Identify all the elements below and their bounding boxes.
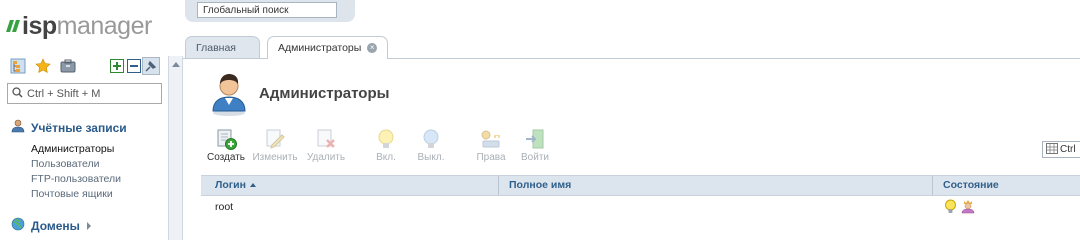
edit-button[interactable]: Изменить [250,128,300,163]
create-user-icon [215,128,237,150]
disable-button[interactable]: Выкл. [406,128,456,163]
section-accounts-header[interactable]: Учётные записи [11,119,127,136]
permissions-label: Права [476,152,506,163]
edit-label: Изменить [252,152,298,163]
login-icon [524,128,546,150]
section-accounts-title: Учётные записи [31,120,127,135]
superuser-icon [961,199,975,217]
enable-label: Вкл. [376,152,396,163]
section-accounts-items: Администраторы Пользователи FTP-пользова… [31,142,127,202]
admin-user-icon [207,71,251,117]
sidebar-search[interactable] [7,83,162,104]
table-header: Логин Полное имя Состояние [201,175,1080,196]
permissions-icon [480,128,502,150]
permissions-button[interactable]: Права [466,128,516,163]
delete-label: Удалить [306,152,346,163]
app-logo: isp manager [6,11,153,40]
briefcase-icon[interactable] [60,58,76,74]
sidebar-scrollbar[interactable] [168,56,183,240]
bulb-on-icon [375,128,397,150]
table-row[interactable]: root [201,197,1080,217]
tab-home[interactable]: Главная [185,36,260,59]
collapse-all-icon[interactable] [126,58,142,74]
sort-ascending-icon [249,183,256,187]
sidebar: isp manager Учётн [0,0,168,240]
tree-view-icon[interactable] [10,58,26,74]
column-header-status[interactable]: Состояние [933,176,999,195]
cell-full-name [499,197,513,217]
section-accounts: Учётные записи Администраторы Пользовате… [11,119,127,202]
delete-icon [315,128,337,150]
chevron-right-icon [86,219,92,233]
global-search-input[interactable] [197,2,337,18]
bulb-off-icon [420,128,442,150]
sidebar-item-administrators[interactable]: Администраторы [31,142,127,157]
cell-login: root [215,201,234,213]
tab-administrators-label: Администраторы [278,42,362,54]
close-icon[interactable]: × [367,43,377,53]
section-domains-title: Домены [31,218,80,233]
globe-icon [11,217,25,234]
column-header-login-label: Логин [215,179,246,191]
column-header-status-label: Состояние [943,179,999,191]
sidebar-toolbar [8,57,162,76]
section-domains: Домены [11,217,92,234]
table-filter-text: Ctrl [1060,144,1076,155]
disable-label: Выкл. [417,152,445,163]
scroll-up-icon[interactable] [172,62,180,67]
bulb-on-icon [944,199,957,217]
enable-button[interactable]: Вкл. [361,128,411,163]
star-icon[interactable] [35,58,51,74]
section-domains-header[interactable]: Домены [11,217,92,234]
login-label: Войти [521,152,549,163]
column-header-full-name[interactable]: Полное имя [499,176,571,195]
delete-button[interactable]: Удалить [301,128,351,163]
expand-all-icon[interactable] [109,58,125,74]
columns-icon [1046,142,1058,157]
column-header-login[interactable]: Логин [205,176,256,195]
cell-status [944,199,975,217]
pin-icon[interactable] [142,57,160,75]
table-filter-input[interactable]: Ctrl [1042,141,1080,158]
search-icon [12,86,23,101]
sidebar-search-input[interactable] [27,87,157,100]
edit-icon [264,128,286,150]
sidebar-item-ftp-users[interactable]: FTP-пользователи [31,172,127,187]
logo-text-manager: manager [56,11,153,40]
users-icon [11,119,25,136]
logo-mark-icon [6,20,20,32]
create-button[interactable]: Создать [201,128,251,163]
column-header-full-name-label: Полное имя [509,179,572,191]
tab-home-label: Главная [196,42,236,54]
login-button[interactable]: Войти [510,128,560,163]
create-label: Создать [206,152,245,163]
sidebar-item-mailboxes[interactable]: Почтовые ящики [31,187,127,202]
sidebar-item-users[interactable]: Пользователи [31,157,127,172]
page-title: Администраторы [259,85,390,102]
tab-administrators[interactable]: Администраторы × [267,36,388,59]
logo-text-isp: isp [22,11,57,40]
